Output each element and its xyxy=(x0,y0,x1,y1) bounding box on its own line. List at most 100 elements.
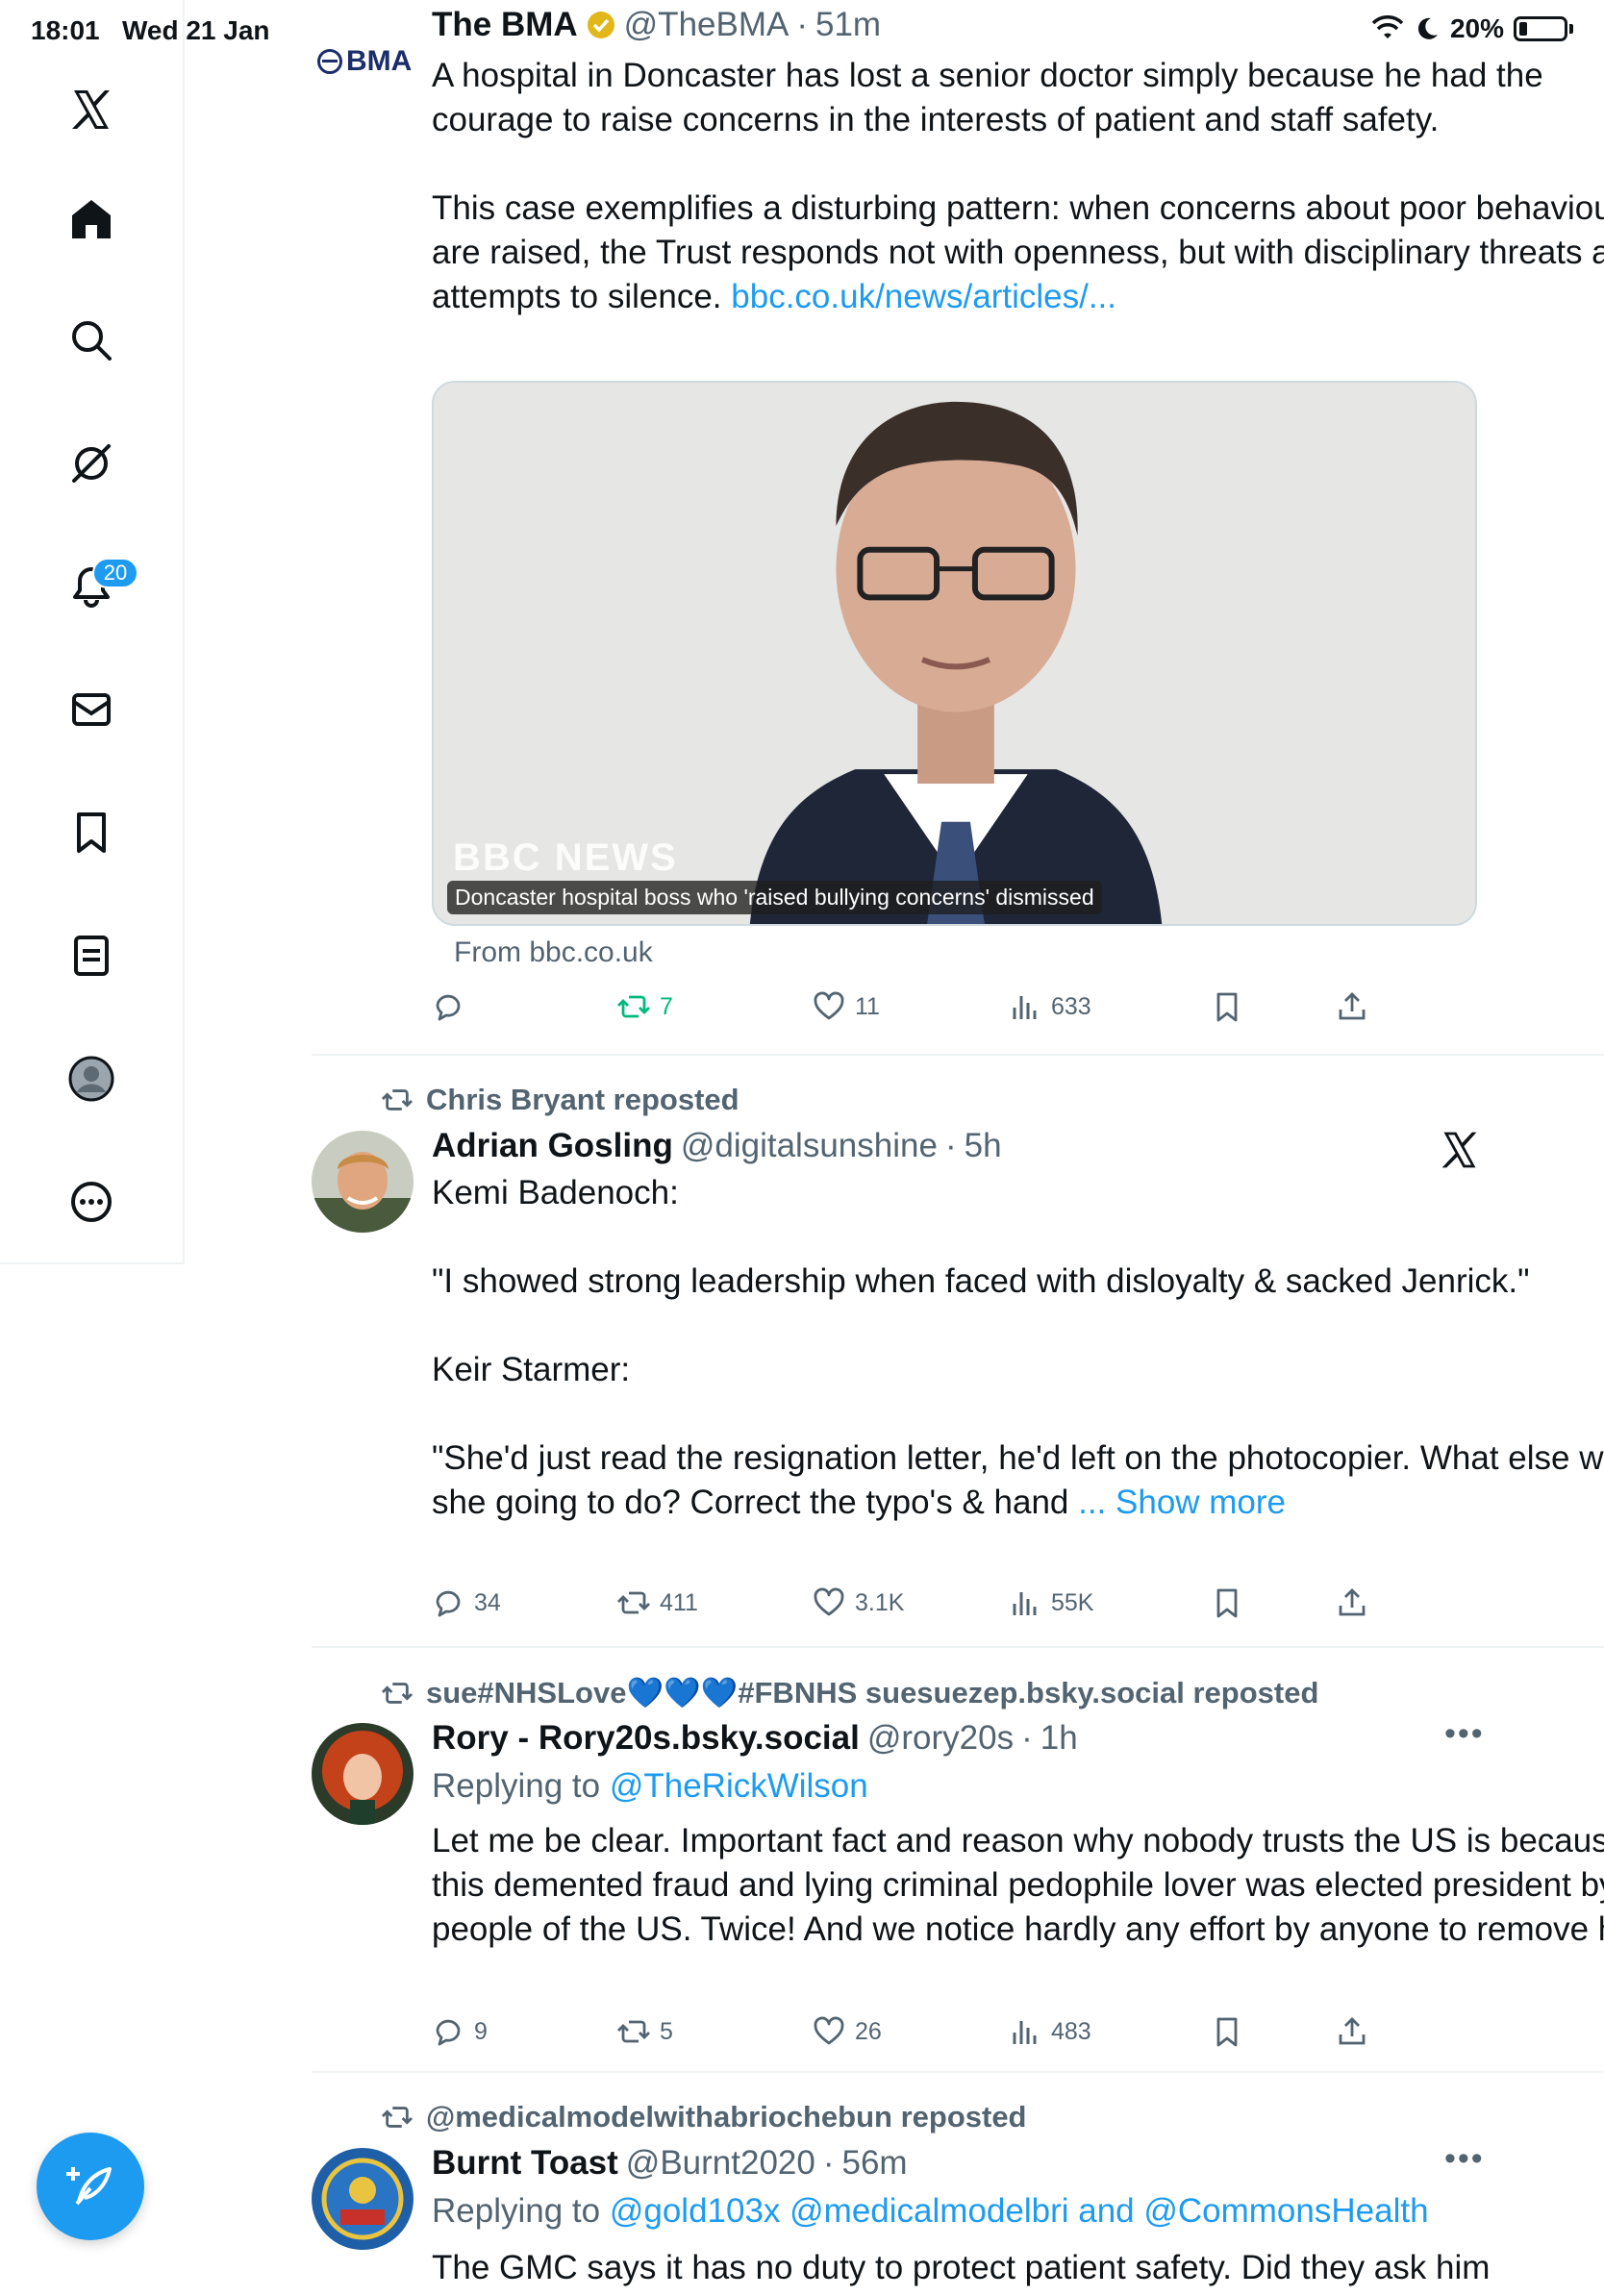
link-source[interactable]: From bbc.co.uk xyxy=(454,936,653,969)
reply-button[interactable] xyxy=(432,990,474,1023)
reply-context: Replying to @gold103x @medicalmodelbri a… xyxy=(432,2192,1429,2231)
post-link[interactable]: bbc.co.uk/news/articles/... xyxy=(731,278,1116,315)
more-menu-icon[interactable]: ••• xyxy=(1444,2140,1485,2178)
bookmarks-icon[interactable] xyxy=(61,802,122,863)
bookmark-button[interactable] xyxy=(1211,990,1243,1023)
reply-bubble-icon xyxy=(436,994,461,1021)
grok-icon[interactable] xyxy=(61,433,122,494)
bma-logo-avatar[interactable]: BMA xyxy=(317,42,414,81)
home-icon[interactable] xyxy=(61,188,122,250)
link-card-media[interactable]: BBC NEWS Doncaster hospital boss who 'ra… xyxy=(432,381,1477,926)
like-button[interactable]: 11 xyxy=(813,990,880,1023)
lists-icon[interactable] xyxy=(61,925,122,986)
replying-to-label: Replying to xyxy=(432,1767,610,1805)
x-logo-icon[interactable] xyxy=(61,79,122,140)
post-divider xyxy=(312,1054,1604,1056)
post-header: Burnt Toast @Burnt2020 · 56m xyxy=(432,2144,908,2183)
post-time[interactable]: 1h xyxy=(1040,1719,1078,1758)
author-avatar[interactable] xyxy=(312,2148,414,2250)
author-handle[interactable]: @Burnt2020 xyxy=(626,2144,815,2183)
bookmark-icon xyxy=(1216,992,1238,1022)
heart-icon xyxy=(814,2016,844,2045)
messages-envelope-icon[interactable] xyxy=(61,679,122,740)
share-icon xyxy=(1339,1588,1366,1616)
post-actions: 7 11 633 xyxy=(432,990,1538,1029)
author-name[interactable]: Burnt Toast xyxy=(432,2144,618,2183)
author-name[interactable]: Adrian Gosling xyxy=(432,1127,673,1165)
views-chart-icon xyxy=(1013,2021,1037,2044)
reply-button[interactable]: 34 xyxy=(432,1586,501,1619)
heart-icon xyxy=(814,1587,844,1616)
repost-context: @medicalmodelwithabriochebun reposted xyxy=(382,2100,1027,2134)
post-text: Let me be clear. Important fact and reas… xyxy=(432,1822,1604,1948)
repost-count: 7 xyxy=(660,992,673,1020)
author-avatar[interactable] xyxy=(312,1131,414,1233)
battery-tip xyxy=(1569,24,1573,34)
reply-count: 9 xyxy=(474,2017,488,2045)
author-name[interactable]: The BMA xyxy=(432,6,578,44)
post-body: A hospital in Doncaster has lost a senio… xyxy=(432,54,1604,319)
post-body: Let me be clear. Important fact and reas… xyxy=(432,1819,1604,1952)
post-divider xyxy=(312,2071,1604,2073)
more-menu-icon[interactable]: ••• xyxy=(1444,1715,1485,1753)
reply-context: Replying to @TheRickWilson xyxy=(432,1767,868,1806)
author-handle[interactable]: @rory20s xyxy=(867,1719,1014,1758)
repost-button[interactable]: 7 xyxy=(617,990,673,1023)
bbc-news-watermark: BBC NEWS xyxy=(453,836,678,879)
share-button[interactable] xyxy=(1336,2015,1368,2048)
views-button[interactable]: 483 xyxy=(1009,2015,1091,2048)
search-icon[interactable] xyxy=(61,310,122,371)
share-button[interactable] xyxy=(1336,1586,1368,1619)
repost-icon xyxy=(617,1591,650,1614)
more-options-icon[interactable] xyxy=(61,1171,122,1233)
bookmark-button[interactable] xyxy=(1211,1586,1243,1619)
profile-avatar-icon[interactable] xyxy=(61,1048,122,1110)
battery-icon xyxy=(1514,16,1567,41)
compose-button[interactable] xyxy=(37,2133,144,2240)
author-name[interactable]: Rory - Rory20s.bsky.social xyxy=(432,1719,860,1758)
author-handle[interactable]: @digitalsunshine xyxy=(681,1127,938,1165)
post-body: The GMC says it has no duty to protect p… xyxy=(432,2246,1604,2290)
post-time[interactable]: 56m xyxy=(842,2144,908,2183)
reposted-by[interactable]: Chris Bryant reposted xyxy=(426,1083,739,1117)
views-button[interactable]: 55K xyxy=(1009,1586,1093,1619)
post-time[interactable]: 5h xyxy=(965,1127,1002,1165)
bookmark-icon xyxy=(1216,1588,1238,1618)
sidebar: 20 xyxy=(0,0,185,1264)
views-chart-icon xyxy=(1013,996,1037,1019)
like-count: 3.1K xyxy=(855,1588,905,1616)
repost-count: 5 xyxy=(660,2017,673,2045)
bookmark-button[interactable] xyxy=(1211,2015,1243,2048)
views-button[interactable]: 633 xyxy=(1009,990,1091,1023)
reposted-by[interactable]: sue#NHSLove💙💙💙#FBNHS suesuezep.bsky.soci… xyxy=(426,1675,1318,1710)
post-divider xyxy=(312,1646,1604,1648)
replying-to-handles[interactable]: @gold103x @medicalmodelbri and @CommonsH… xyxy=(610,2192,1429,2230)
views-count: 55K xyxy=(1051,1588,1094,1616)
reply-bubble-icon xyxy=(436,1590,461,1617)
post-header: The BMA @TheBMA · 51m xyxy=(432,6,881,44)
post-time[interactable]: 51m xyxy=(815,6,881,44)
separator-dot: · xyxy=(1021,1719,1033,1757)
bma-logo-text: BMA xyxy=(346,45,413,77)
post-text: A hospital in Doncaster has lost a senio… xyxy=(432,57,1604,315)
share-button[interactable] xyxy=(1336,990,1368,1023)
post-text: Kemi Badenoch: "I showed strong leadersh… xyxy=(432,1174,1604,1521)
x-logo-icon xyxy=(1441,1132,1477,1168)
reply-button[interactable]: 9 xyxy=(432,2015,488,2048)
reposted-by[interactable]: @medicalmodelwithabriochebun reposted xyxy=(426,2100,1027,2134)
author-avatar[interactable] xyxy=(312,1723,414,1825)
repost-button[interactable]: 5 xyxy=(617,2015,673,2048)
repost-context: sue#NHSLove💙💙💙#FBNHS suesuezep.bsky.soci… xyxy=(382,1675,1318,1710)
separator-dot: · xyxy=(944,1127,957,1164)
repost-button[interactable]: 411 xyxy=(617,1586,698,1619)
repost-context-icon xyxy=(382,1682,413,1704)
reply-count: 34 xyxy=(474,1588,501,1616)
like-button[interactable]: 26 xyxy=(813,2015,882,2048)
like-button[interactable]: 3.1K xyxy=(813,1586,904,1619)
post-body: Kemi Badenoch: "I showed strong leadersh… xyxy=(432,1171,1604,1525)
repost-context-icon xyxy=(382,2107,413,2128)
show-more-link[interactable]: ... Show more xyxy=(1078,1484,1286,1521)
author-handle[interactable]: @TheBMA xyxy=(624,6,789,44)
replying-to-handle[interactable]: @TheRickWilson xyxy=(610,1767,868,1805)
repost-context: Chris Bryant reposted xyxy=(382,1083,739,1117)
